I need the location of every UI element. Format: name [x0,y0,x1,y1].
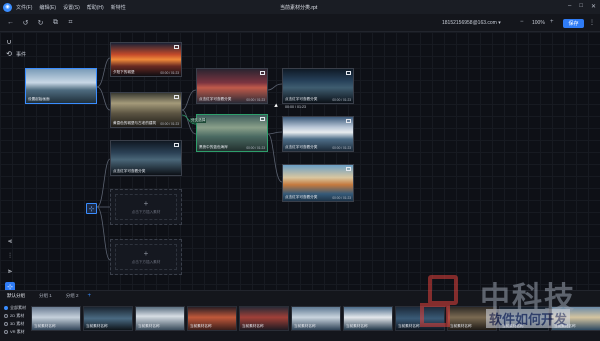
asset-clip[interactable]: 当前素材名称 [343,306,393,331]
more-icon[interactable]: ⋮ [589,19,595,26]
filter-vr[interactable]: VR 素材 [4,329,26,335]
asset-filters: 全部素材 2D 素材 3D 素材 VR 素材 [4,305,26,335]
menu-edit[interactable]: 编辑(E) [39,4,56,11]
menu-help[interactable]: 帮助(H) [87,4,104,11]
image-icon [174,45,179,49]
copy-icon[interactable]: ⧉ [51,18,60,27]
branch-tag: 分支选择 [190,118,207,123]
title-bar: ◉ 文件(F) 编辑(E) 设置(S) 帮助(H) 新特性 当前素材分类.rpt… [0,0,600,14]
canvas-side-tools: ⫷ ⫶ ⫸ ⊹ [5,237,15,292]
image-icon [346,167,351,171]
node-card[interactable]: 黄昏色的城堡与古老的建筑 00:00 / 01:23 [110,92,182,128]
image-icon [260,71,265,75]
close-icon[interactable]: ✕ [591,3,596,10]
tab-group-1[interactable]: 分组 1 [32,291,59,301]
back-icon[interactable]: ← [6,18,15,27]
undo-icon[interactable]: ↺ [21,18,30,27]
minimize-icon[interactable]: – [568,3,571,10]
tab-group-2[interactable]: 分组 2 [59,291,86,301]
filter-2d[interactable]: 2D 素材 [4,313,26,319]
node-card[interactable]: 点击红字可查看分类 00:00 / 01:23 [196,68,268,104]
empty-node-placeholder[interactable]: + 点击下方插入素材 [110,239,182,275]
asset-clip[interactable]: 当前素材名称 [135,306,185,331]
align-left-icon[interactable]: ⫷ [5,237,15,247]
image-icon [260,117,265,121]
tab-default-group[interactable]: 默认分组 [0,291,32,301]
asset-panel: 默认分组 分组 1 分组 2 + 全部素材 2D 素材 3D 素材 VR 素材 … [0,290,600,341]
node-card[interactable]: 夕阳下的城堡 00:00 / 01:23 [110,42,182,77]
add-tab-icon[interactable]: + [88,293,92,299]
asset-tabs: 默认分组 分组 1 分组 2 + [0,291,91,301]
filter-all[interactable]: 全部素材 [4,305,26,311]
filter-3d[interactable]: 3D 素材 [4,321,26,327]
redo-icon[interactable]: ↻ [36,18,45,27]
plus-icon: + [143,198,149,208]
radio-icon [4,322,8,326]
radio-icon [4,314,8,318]
radio-icon [4,306,8,310]
node-card[interactable]: 点击红字可查看分类 [110,140,182,176]
account-selector[interactable]: 18152156958@163.com ▾ [442,20,501,26]
branch-split-button[interactable]: ⊹ [86,203,97,214]
align-right-icon[interactable]: ⫸ [5,267,15,277]
asset-clip[interactable]: 当前素材名称 [83,306,133,331]
image-icon [174,143,179,147]
empty-node-placeholder[interactable]: + 点击下方插入素材 [110,189,182,225]
image-icon [346,119,351,123]
plus-icon: + [143,248,149,258]
save-button[interactable]: 保存 [563,19,584,28]
menu-file[interactable]: 文件(F) [16,4,32,11]
image-icon [174,95,179,99]
window-title: 当前素材分类.rpt [280,5,318,11]
asset-clip[interactable]: 当前素材名称 [239,306,289,331]
asset-clip[interactable]: 当前素材名称 [31,306,81,331]
window-controls: – □ ✕ [568,3,596,10]
node-card[interactable]: 点击红字可查看分类 00:00 / 01:23 [282,68,354,104]
app-logo-icon: ◉ [3,2,12,12]
node-card[interactable]: 点击红字可查看分类 00:00 / 01:23 [282,116,354,152]
node-start[interactable]: 设置起始画面 [25,68,97,104]
hover-tooltip: 00:00 / 01:23 [285,105,306,109]
radio-icon [4,330,8,334]
asset-clip[interactable]: 当前素材名称 [551,306,600,331]
asset-clip[interactable]: 当前素材名称 [291,306,341,331]
app-window: ◉ 文件(F) 编辑(E) 设置(S) 帮助(H) 新特性 当前素材分类.rpt… [0,0,600,341]
menu-settings[interactable]: 设置(S) [63,4,80,11]
image-icon [346,71,351,75]
asset-clip[interactable]: 当前素材名称 [447,306,497,331]
align-center-icon[interactable]: ⫶ [5,252,15,262]
zoom-level: 100% [532,20,545,26]
asset-strip: 当前素材名称 当前素材名称 当前素材名称 当前素材名称 当前素材名称 当前素材名… [31,306,600,331]
maximize-icon[interactable]: □ [579,3,583,10]
flow-canvas[interactable]: ∪ ⟲ 事件 设置起始画面 夕阳下的城堡 00:00 / 01:23 黄昏色的城… [0,32,600,292]
node-card[interactable]: 点击红字可查看分类 00:00 / 01:23 [282,164,354,202]
zoom-out-icon[interactable]: − [520,19,524,25]
toolbar: ← ↺ ↻ ⧉ ⌗ 18152156958@163.com ▾ − 100% +… [0,14,600,32]
asset-clip[interactable]: 当前素材名称 [395,306,445,331]
menu-new-features[interactable]: 新特性 [111,4,126,11]
asset-clip[interactable]: 当前素材名称 [187,306,237,331]
crop-icon[interactable]: ⌗ [66,18,75,27]
zoom-in-icon[interactable]: + [550,19,554,25]
asset-clip[interactable]: 当前素材名称 [499,306,549,331]
node-card[interactable]: 黑夜中的蓝色海岸 00:00 / 01:23 [196,114,268,152]
